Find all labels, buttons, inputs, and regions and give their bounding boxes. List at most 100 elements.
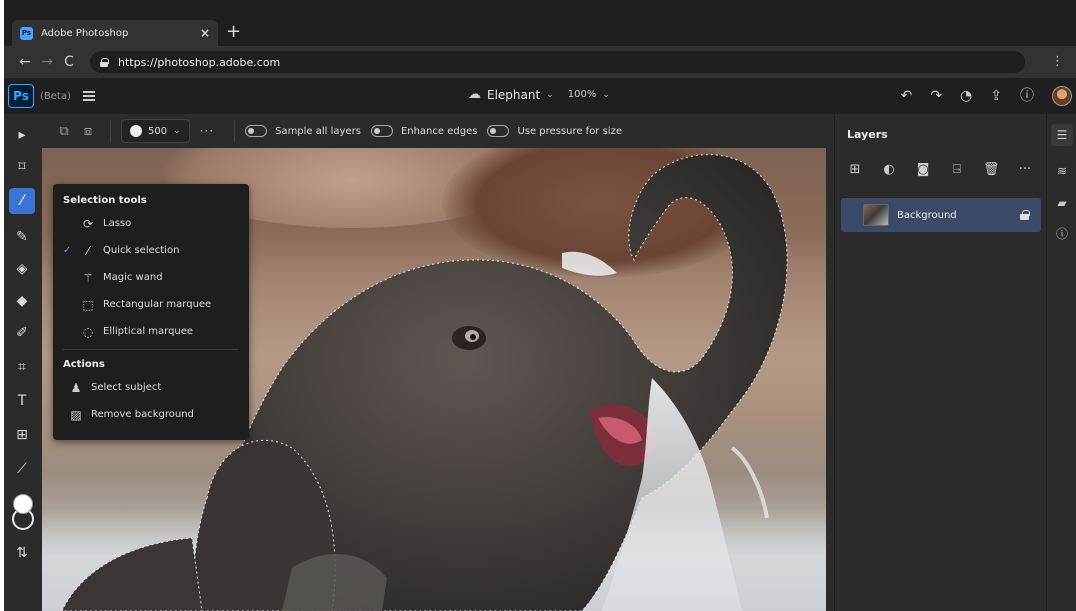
select-subject-menu-item[interactable]: ♟ Select subject [53,374,249,401]
select-subject-icon: ♟ [70,380,82,395]
divider [234,120,236,142]
tab-strip: Ps Adobe Photoshop × + [4,0,1076,46]
chevron-down-icon: ⌄ [602,89,610,100]
transform-tool-icon[interactable]: ⌑ [9,154,35,180]
avatar[interactable] [1052,86,1072,106]
menu-item-label: Select subject [91,382,162,393]
place-image-icon[interactable]: ⊞ [9,422,35,448]
subtract-selection-icon[interactable]: ⧈ [76,121,100,141]
rectangular-marquee-icon: ⬚ [82,297,94,312]
chevron-down-icon: ⌄ [546,89,554,100]
layers-panel-icon[interactable]: ☰ [1051,124,1073,146]
rectangular-marquee-menu-item[interactable]: ⬚ Rectangular marquee [53,291,249,318]
tools-panel: ▸ ⌑ ⁄ ✎ ◈ ◆ ✐ ⌗ T ⊞ ⟋ ⇅ [4,114,42,611]
undo-icon[interactable]: ↶ [901,87,913,105]
lock-icon[interactable] [1020,210,1030,220]
document-name: Elephant [487,87,541,102]
elliptical-marquee-menu-item[interactable]: ◌ Elliptical marquee [53,318,249,345]
remove-background-menu-item[interactable]: ▨ Remove background [53,401,249,428]
redo-icon[interactable]: ↷ [930,87,942,105]
info-icon[interactable]: ⓘ [1051,222,1073,244]
elliptical-marquee-icon: ◌ [82,324,94,339]
layers-panel-title: Layers [847,128,888,141]
back-icon[interactable]: ← [14,54,36,70]
layer-actions-toolbar: ⊞ ◐ ◙ ⍈ 🗑 ··· [847,162,1033,177]
move-tool-icon[interactable]: ▸ [9,122,35,148]
remove-background-icon: ▨ [70,407,82,422]
cloud-document-icon: ☁ [468,87,481,102]
import-icon[interactable]: ⍈ [949,162,965,177]
magic-wand-icon: ⚚ [82,270,94,285]
reload-icon[interactable]: C [58,54,80,70]
browser-menu-icon[interactable]: ⋮ [1051,54,1064,69]
browser-window: Ps Adobe Photoshop × + ← → C https://pho… [4,0,1076,611]
eraser-tool-icon[interactable]: ◈ [9,256,35,282]
foreground-color-swatch[interactable] [13,494,33,514]
magic-wand-menu-item[interactable]: ⚚ Magic wand [53,264,249,291]
photoshop-logo[interactable]: Ps [8,84,34,108]
appbar-actions: ↶ ↷ ◔ ⇪ ⓘ [901,86,1072,106]
layers-panel: Layers ⊞ ◐ ◙ ⍈ 🗑 ··· Background [834,114,1046,611]
menu-item-label: Quick selection [103,245,180,256]
layer-name: Background [897,209,957,221]
mask-icon[interactable]: ◙ [915,162,931,177]
sample-all-layers-label: Sample all layers [275,125,361,137]
comment-icon[interactable]: ◔ [960,87,972,105]
selection-tools-heading: Selection tools [63,195,147,206]
lasso-icon: ⟳ [82,216,94,231]
add-layer-icon[interactable]: ⊞ [847,162,863,177]
quick-selection-menu-item[interactable]: ✓ ⁄ Quick selection [53,237,249,264]
photoshop-favicon-icon: Ps [20,26,33,40]
paint-bucket-tool-icon[interactable]: ◆ [9,288,35,314]
enhance-edges-toggle[interactable] [370,125,393,137]
menu-item-label: Remove background [91,409,194,420]
chevron-down-icon: ⌄ [173,126,181,136]
type-tool-icon[interactable]: T [9,388,35,414]
brush-size-value: 500 [148,125,168,137]
divider [63,349,239,350]
selection-tool-icon[interactable]: ⁄ [9,188,35,214]
lock-icon [100,57,109,67]
swap-colors-icon[interactable]: ⇅ [9,540,35,566]
actions-heading: Actions [63,359,105,370]
new-selection-icon[interactable]: ⧉ [52,121,76,141]
layer-thumbnail [863,204,889,226]
help-icon[interactable]: ⓘ [1020,87,1034,105]
lasso-menu-item[interactable]: ⟳ Lasso [53,210,249,237]
document-title[interactable]: ☁ Elephant ⌄ 100% ⌄ [468,87,610,102]
layer-row-background[interactable]: Background [841,198,1041,232]
checkmark-icon: ✓ [63,245,72,256]
healing-brush-tool-icon[interactable]: ✐ [9,320,35,346]
quick-selection-icon: ⁄ [86,243,89,258]
selection-tools-flyout: Selection tools ⟳ Lasso ✓ ⁄ Quick select… [53,184,249,440]
more-options-icon[interactable]: ··· [200,124,214,138]
divider [110,120,111,142]
use-pressure-toggle[interactable] [487,125,510,137]
more-icon[interactable]: ··· [1017,162,1033,177]
adjustment-icon[interactable]: ◐ [881,162,897,177]
close-tab-icon[interactable]: × [200,26,210,40]
share-icon[interactable]: ⇪ [990,87,1002,105]
brush-preview-icon [130,125,142,137]
adjustments-icon[interactable]: ≋ [1051,160,1073,182]
sample-all-layers-toggle[interactable] [245,125,268,137]
crop-tool-icon[interactable]: ⌗ [9,354,35,380]
menu-item-label: Rectangular marquee [103,299,212,310]
hamburger-menu-icon[interactable] [82,91,95,101]
brush-size-dropdown[interactable]: 500 ⌄ [121,119,190,143]
app-bar: Ps (Beta) ☁ Elephant ⌄ 100% ⌄ ↶ ↷ ◔ ⇪ ⓘ [4,78,1076,114]
browser-tab[interactable]: Ps Adobe Photoshop × [12,20,218,46]
tab-title: Adobe Photoshop [41,27,129,39]
url-field[interactable]: https://photoshop.adobe.com [90,51,1025,73]
zoom-level[interactable]: 100% [568,89,597,100]
use-pressure-label: Use pressure for size [517,125,622,137]
delete-icon[interactable]: 🗑 [983,162,1000,177]
forward-icon[interactable]: → [36,54,58,70]
right-rail: ☰ ≋ ▰ ⓘ [1046,114,1076,611]
eyedropper-tool-icon[interactable]: ⟋ [9,456,35,482]
url-text: https://photoshop.adobe.com [118,55,281,69]
menu-item-label: Elliptical marquee [103,326,194,337]
brush-tool-icon[interactable]: ✎ [9,224,35,250]
new-tab-button[interactable]: + [226,22,241,42]
comments-icon[interactable]: ▰ [1051,192,1073,214]
